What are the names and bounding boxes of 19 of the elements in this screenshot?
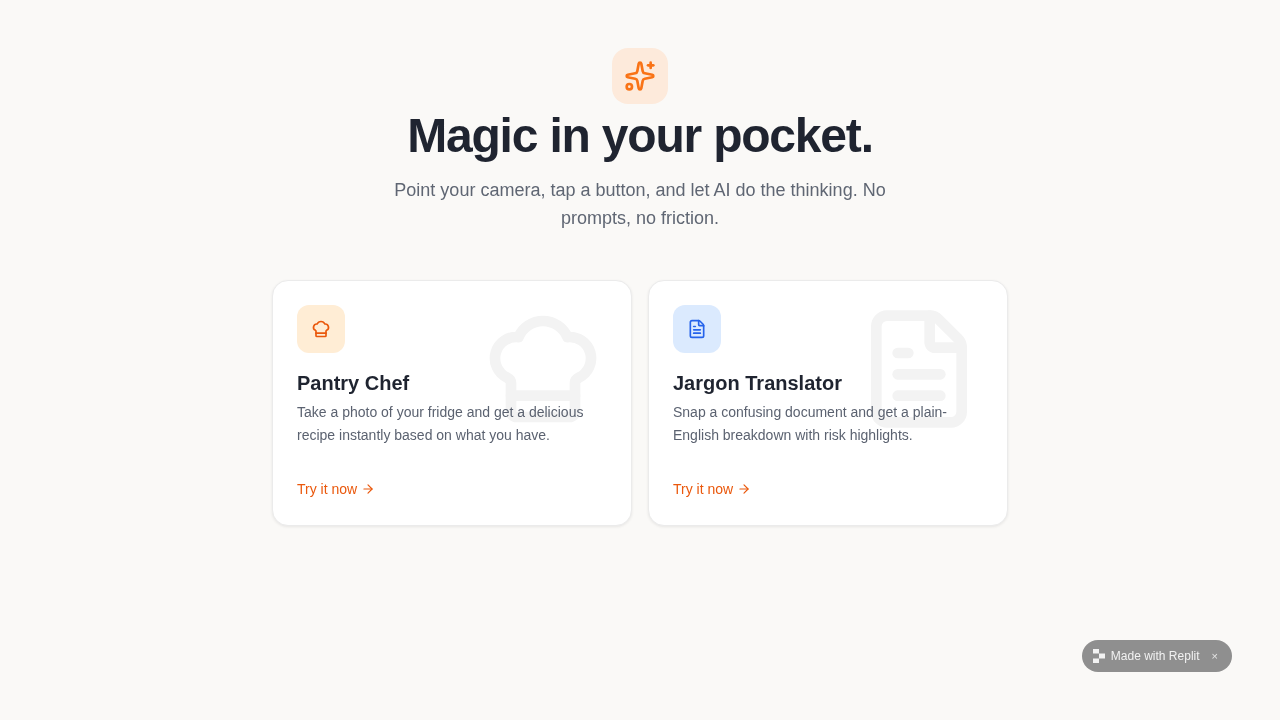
feature-card[interactable]: Pantry Chef Take a photo of your fridge and get a delicious recipe instantly based on what you have. Try it now: [272, 280, 632, 526]
feature-card[interactable]: Jargon Translator Snap a confusing document and get a plain-English breakdown with risk highlights. Try it now: [648, 280, 1008, 526]
chef-hat-icon: [297, 305, 345, 353]
hero-title: Magic in your pocket.: [407, 112, 873, 160]
arrow-right-icon: [737, 482, 752, 496]
try-it-link[interactable]: Try it now: [673, 479, 752, 499]
document-icon: [673, 305, 721, 353]
card-title: Pantry Chef: [297, 371, 411, 396]
arrow-right-icon: [361, 482, 376, 496]
made-with-badge[interactable]: Made with Replit ×: [1081, 640, 1232, 672]
close-button[interactable]: ×: [1211, 650, 1218, 662]
try-it-link[interactable]: Try it now: [297, 479, 376, 499]
hero-subtitle: Point your camera, tap a button, and let AI do the thinking. No prompts, no friction.: [393, 179, 887, 230]
sparkles-icon: [612, 48, 668, 104]
logo-icon: [1092, 649, 1105, 663]
card-title: Jargon Translator: [673, 371, 843, 396]
badge-label: Made with Replit: [1110, 648, 1200, 665]
card-description: Take a photo of your fridge and get a delicious recipe instantly based on what you have.: [297, 403, 585, 445]
card-description: Snap a confusing document and get a plain-English breakdown with risk highlights.: [673, 403, 948, 445]
